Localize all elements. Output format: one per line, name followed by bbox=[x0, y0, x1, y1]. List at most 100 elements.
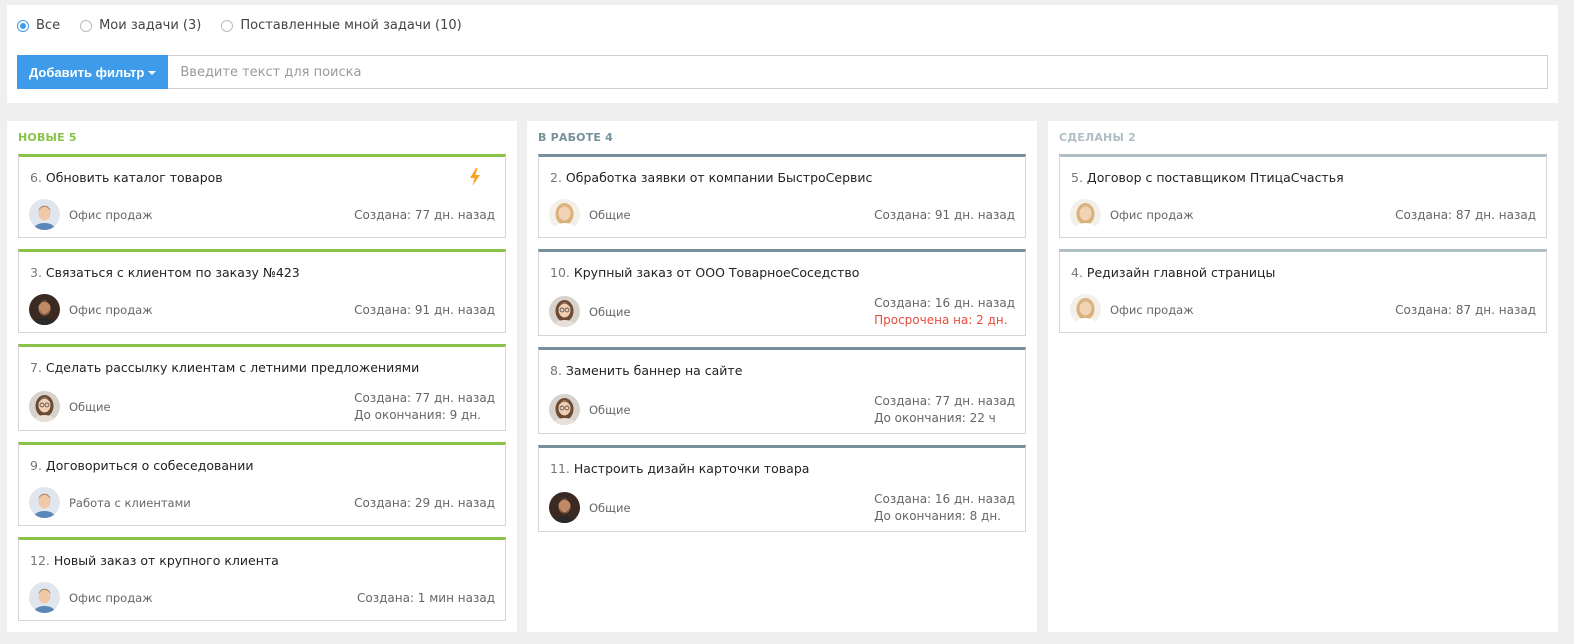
project-name: Офис продаж bbox=[69, 208, 153, 222]
filter-row: Добавить фильтр bbox=[17, 55, 1548, 89]
task-card[interactable]: 9. Договориться о собеседовании Работа с … bbox=[18, 442, 506, 526]
radio-label: Мои задачи (3) bbox=[99, 18, 202, 33]
task-card[interactable]: 12. Новый заказ от крупного клиента Офис … bbox=[18, 537, 506, 621]
created-label: Создана: 77 дн. назад bbox=[874, 394, 1015, 408]
task-title-text: Договор с поставщиком ПтицаСчастья bbox=[1086, 170, 1344, 185]
avatar bbox=[29, 294, 60, 325]
radio-label: Все bbox=[36, 18, 61, 33]
task-meta: Создана: 77 дн. назад До окончания: 9 дн. bbox=[354, 390, 495, 424]
task-number: 7. bbox=[30, 360, 42, 375]
task-card[interactable]: 6. Обновить каталог товаров Офис продаж Со… bbox=[18, 154, 506, 238]
task-title-text: Новый заказ от крупного клиента bbox=[53, 553, 279, 568]
task-title-text: Связаться с клиентом по заказу №423 bbox=[45, 265, 300, 280]
project-name: Общие bbox=[589, 403, 631, 417]
filter-panel: Все Мои задачи (3) Поставленные мной зад… bbox=[7, 5, 1558, 103]
task-scope-radio-group: Все Мои задачи (3) Поставленные мной зад… bbox=[17, 18, 482, 33]
project-name: Офис продаж bbox=[69, 303, 153, 317]
task-title-text: Обновить каталог товаров bbox=[45, 170, 223, 185]
task-title[interactable]: 5. Договор с поставщиком ПтицаСчастья bbox=[1071, 170, 1344, 185]
radio-assigned-by-me[interactable]: Поставленные мной задачи (10) bbox=[221, 18, 462, 33]
project-name: Работа с клиентами bbox=[69, 496, 191, 510]
created-label: Создана: 87 дн. назад bbox=[1395, 208, 1536, 222]
task-meta: Создана: 29 дн. назад bbox=[354, 495, 495, 512]
task-card[interactable]: 11. Настроить дизайн карточки товара Общи… bbox=[538, 445, 1026, 532]
task-title-text: Обработка заявки от компании БыстроСерви… bbox=[565, 170, 873, 185]
task-card[interactable]: 10. Крупный заказ от ООО ТоварноеСоседст… bbox=[538, 249, 1026, 336]
task-title-text: Сделать рассылку клиентам с летними пред… bbox=[45, 360, 420, 375]
task-number: 10. bbox=[550, 265, 570, 280]
column-title: НОВЫЕ 5 bbox=[18, 131, 77, 144]
task-title[interactable]: 3. Связаться с клиентом по заказу №423 bbox=[30, 265, 300, 280]
radio-label: Поставленные мной задачи (10) bbox=[240, 18, 462, 33]
radio-unchecked-icon[interactable] bbox=[221, 19, 234, 32]
task-card[interactable]: 2. Обработка заявки от компании БыстроСе… bbox=[538, 154, 1026, 238]
avatar bbox=[549, 199, 580, 230]
task-number: 6. bbox=[30, 170, 42, 185]
add-filter-button[interactable]: Добавить фильтр bbox=[17, 55, 169, 89]
created-label: Создана: 91 дн. назад bbox=[874, 208, 1015, 222]
task-title-text: Договориться о собеседовании bbox=[45, 458, 254, 473]
task-title[interactable]: 9. Договориться о собеседовании bbox=[30, 458, 253, 473]
avatar bbox=[29, 582, 60, 613]
task-meta: Создана: 77 дн. назад bbox=[354, 207, 495, 224]
radio-all[interactable]: Все bbox=[17, 18, 60, 33]
task-title[interactable]: 2. Обработка заявки от компании БыстроСе… bbox=[550, 170, 872, 185]
task-number: 9. bbox=[30, 458, 42, 473]
search-input[interactable] bbox=[168, 55, 1548, 89]
task-number: 4. bbox=[1071, 265, 1083, 280]
avatar bbox=[1070, 199, 1101, 230]
task-title-text: Редизайн главной страницы bbox=[1086, 265, 1276, 280]
deadline-label: До окончания: 8 дн. bbox=[874, 509, 1001, 523]
created-label: Создана: 91 дн. назад bbox=[354, 303, 495, 317]
column-title: В РАБОТЕ 4 bbox=[538, 131, 614, 144]
task-title[interactable]: 6. Обновить каталог товаров bbox=[30, 170, 223, 185]
task-title[interactable]: 8. Заменить баннер на сайте bbox=[550, 363, 742, 378]
task-card[interactable]: 4. Редизайн главной страницы Офис продаж С… bbox=[1059, 249, 1547, 333]
project-name: Офис продаж bbox=[1110, 208, 1194, 222]
radio-checked-icon[interactable] bbox=[17, 19, 29, 32]
project-name: Офис продаж bbox=[69, 591, 153, 605]
task-card[interactable]: 5. Договор с поставщиком ПтицаСчастья Офи… bbox=[1059, 154, 1547, 238]
task-card[interactable]: 7. Сделать рассылку клиентам с летними п… bbox=[18, 344, 506, 431]
avatar bbox=[1070, 294, 1101, 325]
add-filter-label: Добавить фильтр bbox=[29, 64, 145, 80]
caret-down-icon bbox=[148, 71, 157, 75]
avatar bbox=[29, 199, 60, 230]
project-name: Общие bbox=[69, 400, 111, 414]
card-list: 5. Договор с поставщиком ПтицаСчастья Офи… bbox=[1059, 154, 1547, 344]
deadline-label: До окончания: 9 дн. bbox=[354, 408, 481, 422]
task-number: 11. bbox=[550, 461, 570, 476]
deadline-label: До окончания: 22 ч bbox=[874, 411, 996, 425]
task-meta: Создана: 91 дн. назад bbox=[874, 207, 1015, 224]
avatar bbox=[549, 492, 580, 523]
task-title[interactable]: 7. Сделать рассылку клиентам с летними п… bbox=[30, 360, 419, 375]
card-list: 6. Обновить каталог товаров Офис продаж Со… bbox=[18, 154, 506, 632]
radio-my-tasks[interactable]: Мои задачи (3) bbox=[80, 18, 201, 33]
task-number: 5. bbox=[1071, 170, 1083, 185]
radio-unchecked-icon[interactable] bbox=[80, 19, 93, 32]
created-label: Создана: 16 дн. назад bbox=[874, 492, 1015, 506]
created-label: Создана: 29 дн. назад bbox=[354, 496, 495, 510]
created-label: Создана: 77 дн. назад bbox=[354, 391, 495, 405]
created-label: Создана: 16 дн. назад bbox=[874, 296, 1015, 310]
avatar bbox=[29, 487, 60, 518]
task-meta: Создана: 91 дн. назад bbox=[354, 302, 495, 319]
project-name: Общие bbox=[589, 208, 631, 222]
created-label: Создана: 1 мин назад bbox=[357, 591, 495, 605]
task-card[interactable]: 8. Заменить баннер на сайте Общие Создана:… bbox=[538, 347, 1026, 434]
created-label: Создана: 77 дн. назад bbox=[354, 208, 495, 222]
task-title-text: Заменить баннер на сайте bbox=[565, 363, 743, 378]
task-title[interactable]: 10. Крупный заказ от ООО ТоварноеСоседст… bbox=[550, 265, 859, 280]
task-title-text: Крупный заказ от ООО ТоварноеСоседство bbox=[573, 265, 860, 280]
task-title[interactable]: 11. Настроить дизайн карточки товара bbox=[550, 461, 809, 476]
task-number: 8. bbox=[550, 363, 562, 378]
project-name: Общие bbox=[589, 501, 631, 515]
task-card[interactable]: 3. Связаться с клиентом по заказу №423 Оф… bbox=[18, 249, 506, 333]
created-label: Создана: 87 дн. назад bbox=[1395, 303, 1536, 317]
overdue-label: Просрочена на: 2 дн. bbox=[874, 313, 1008, 327]
task-title[interactable]: 12. Новый заказ от крупного клиента bbox=[30, 553, 279, 568]
task-meta: Создана: 1 мин назад bbox=[357, 590, 495, 607]
task-title[interactable]: 4. Редизайн главной страницы bbox=[1071, 265, 1275, 280]
task-meta: Создана: 16 дн. назад Просрочена на: 2 дн… bbox=[874, 295, 1015, 329]
avatar bbox=[29, 391, 60, 422]
